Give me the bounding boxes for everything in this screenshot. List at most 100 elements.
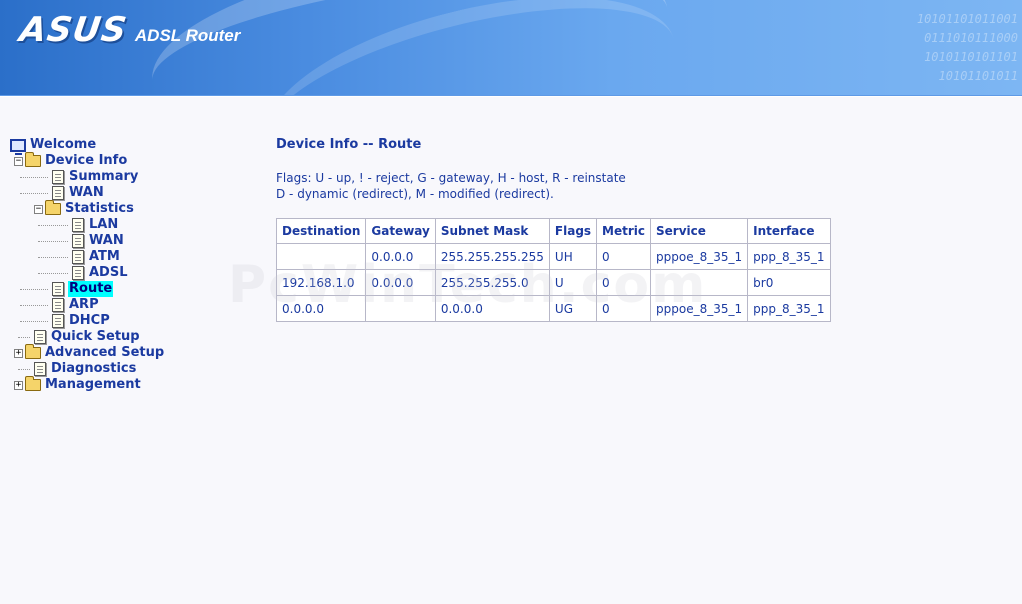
table-header-row: Destination Gateway Subnet Mask Flags Me… <box>275 218 831 244</box>
table-cell: pppoe_8_35_1 <box>650 243 749 270</box>
route-table: Destination Gateway Subnet Mask Flags Me… <box>275 218 831 322</box>
tree-link-stats-lan[interactable]: LAN <box>88 217 119 233</box>
column-header: Flags <box>548 218 598 244</box>
tree-item-arp[interactable]: ARP <box>10 297 250 313</box>
tree-link-stats-adsl[interactable]: ADSL <box>88 265 129 281</box>
tree-link-arp[interactable]: ARP <box>68 297 100 313</box>
document-icon <box>72 218 84 232</box>
page-body: Welcome − Device Info Summary WAN − Stat… <box>0 97 1022 604</box>
tree-item-stats-adsl[interactable]: ADSL <box>10 265 250 281</box>
folder-open-icon <box>45 200 61 215</box>
flags-legend: Flags: U - up, ! - reject, G - gateway, … <box>276 170 831 202</box>
tree-link-summary[interactable]: Summary <box>68 169 139 185</box>
tree-item-diagnostics[interactable]: Diagnostics <box>10 361 250 377</box>
binary-decoration: 10101101011001 0111010111000 10101101011… <box>858 10 1018 86</box>
folder-icon <box>25 376 41 391</box>
tree-link-diagnostics[interactable]: Diagnostics <box>50 361 137 377</box>
table-cell: 0.0.0.0 <box>365 269 436 296</box>
tree-connector <box>18 336 30 338</box>
tree-item-stats-atm[interactable]: ATM <box>10 249 250 265</box>
tree-link-stats-wan[interactable]: WAN <box>88 233 125 249</box>
asus-logo: ASUS <box>17 10 130 50</box>
document-icon <box>34 330 46 344</box>
tree-connector <box>38 224 68 226</box>
tree-item-dhcp[interactable]: DHCP <box>10 313 250 329</box>
table-cell: 0 <box>596 269 652 296</box>
tree-item-statistics[interactable]: − Statistics <box>10 200 250 217</box>
tree-connector <box>18 368 30 370</box>
table-cell: 255.255.255.255 <box>434 243 550 270</box>
document-icon <box>52 298 64 312</box>
tree-connector <box>20 192 48 194</box>
table-cell: UH <box>548 243 598 270</box>
expand-toggle-icon[interactable]: + <box>14 348 23 358</box>
tree-connector <box>20 176 48 178</box>
page-title: Device Info -- Route <box>276 137 422 152</box>
header-banner: ASUS ADSL Router 10101101011001 01110101… <box>0 0 1022 96</box>
flags-line: D - dynamic (redirect), M - modified (re… <box>276 187 554 201</box>
main-content: Device Info -- Route Flags: U - up, ! - … <box>275 137 831 322</box>
tree-link-stats-atm[interactable]: ATM <box>88 249 121 265</box>
table-cell: 255.255.255.0 <box>434 269 550 296</box>
table-cell: 0 <box>596 243 652 270</box>
nav-tree: Welcome − Device Info Summary WAN − Stat… <box>10 137 250 393</box>
tree-link-statistics[interactable]: Statistics <box>64 201 135 217</box>
tree-link-management[interactable]: Management <box>44 377 142 393</box>
tree-link-route[interactable]: Route <box>68 281 114 297</box>
column-header: Interface <box>747 218 831 244</box>
flags-line: Flags: U - up, ! - reject, G - gateway, … <box>276 171 626 185</box>
tree-item-advanced-setup[interactable]: + Advanced Setup <box>10 344 250 361</box>
tree-item-quick-setup[interactable]: Quick Setup <box>10 329 250 345</box>
tree-link-advanced-setup[interactable]: Advanced Setup <box>44 345 165 361</box>
document-icon <box>52 282 64 296</box>
table-cell <box>650 269 749 296</box>
folder-open-icon <box>25 152 41 167</box>
table-cell <box>275 243 367 270</box>
computer-icon <box>10 138 26 155</box>
column-header: Gateway <box>365 218 436 244</box>
table-cell: UG <box>548 295 598 322</box>
tree-item-summary[interactable]: Summary <box>10 169 250 185</box>
tree-item-device-info[interactable]: − Device Info <box>10 152 250 169</box>
table-row: 192.168.1.0 0.0.0.0 255.255.255.0 U 0 br… <box>275 269 831 296</box>
tree-link-device-info[interactable]: Device Info <box>44 153 128 169</box>
column-header: Destination <box>275 218 367 244</box>
table-cell: ppp_8_35_1 <box>747 243 831 270</box>
tree-link-wan[interactable]: WAN <box>68 185 105 201</box>
table-cell: 0 <box>596 295 652 322</box>
expand-toggle-icon[interactable]: + <box>14 380 23 390</box>
folder-icon <box>25 344 41 359</box>
tree-link-dhcp[interactable]: DHCP <box>68 313 111 329</box>
column-header: Subnet Mask <box>434 218 550 244</box>
binary-line: 10101101011001 <box>916 12 1018 26</box>
tree-link-welcome[interactable]: Welcome <box>29 137 97 153</box>
tree-item-wan[interactable]: WAN <box>10 185 250 201</box>
table-cell: 0.0.0.0 <box>434 295 550 322</box>
tree-item-route[interactable]: Route <box>10 281 250 297</box>
collapse-toggle-icon[interactable]: − <box>14 156 23 166</box>
table-row: 0.0.0.0 255.255.255.255 UH 0 pppoe_8_35_… <box>275 243 831 270</box>
tree-item-stats-wan[interactable]: WAN <box>10 233 250 249</box>
column-header: Metric <box>596 218 652 244</box>
tree-item-stats-lan[interactable]: LAN <box>10 217 250 233</box>
table-cell: ppp_8_35_1 <box>747 295 831 322</box>
tree-link-quick-setup[interactable]: Quick Setup <box>50 329 141 345</box>
tree-connector <box>38 240 68 242</box>
brand: ASUS ADSL Router <box>17 10 240 50</box>
table-cell: U <box>548 269 598 296</box>
tree-connector <box>20 288 48 290</box>
binary-line: 10101101011 <box>938 69 1018 83</box>
document-icon <box>34 362 46 376</box>
tree-item-welcome[interactable]: Welcome <box>10 137 250 155</box>
document-icon <box>52 170 64 184</box>
document-icon <box>52 186 64 200</box>
collapse-toggle-icon[interactable]: − <box>34 204 43 214</box>
binary-line: 1010110101101 <box>924 50 1018 64</box>
tree-connector <box>20 304 48 306</box>
binary-line: 0111010111000 <box>924 31 1018 45</box>
tree-item-management[interactable]: + Management <box>10 376 250 393</box>
table-cell: 0.0.0.0 <box>275 295 367 322</box>
table-cell: 192.168.1.0 <box>275 269 367 296</box>
table-cell: 0.0.0.0 <box>365 243 436 270</box>
table-cell: pppoe_8_35_1 <box>650 295 749 322</box>
